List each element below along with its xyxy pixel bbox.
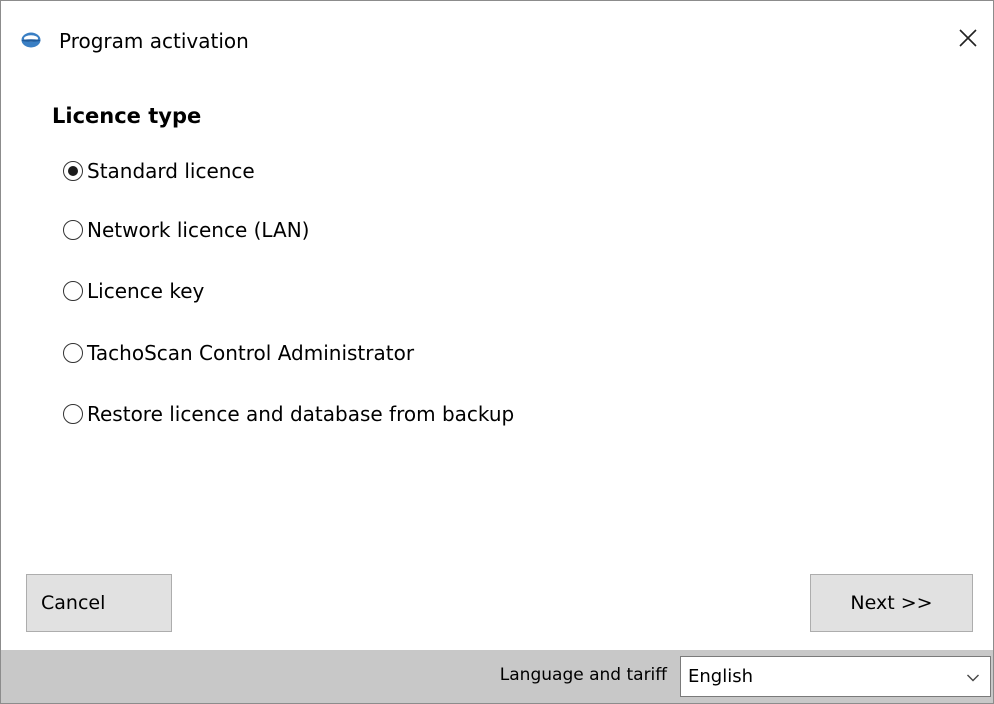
language-select[interactable]: English xyxy=(680,656,991,697)
radio-button[interactable] xyxy=(63,343,83,363)
radio-button[interactable] xyxy=(63,404,83,424)
radio-restore-from-backup[interactable]: Restore licence and database from backup xyxy=(63,399,514,429)
activation-dialog: Program activation Licence type Standard… xyxy=(0,0,994,704)
radio-standard-licence[interactable]: Standard licence xyxy=(63,156,255,186)
radio-button[interactable] xyxy=(63,281,83,301)
window-title: Program activation xyxy=(59,29,249,53)
radio-label: TachoScan Control Administrator xyxy=(87,341,415,365)
radio-label: Restore licence and database from backup xyxy=(87,402,515,426)
radio-tachoscan-control-administrator[interactable]: TachoScan Control Administrator xyxy=(63,338,414,368)
cancel-button[interactable]: Cancel xyxy=(26,574,172,632)
licence-type-heading: Licence type xyxy=(52,104,202,128)
next-button[interactable]: Next >> xyxy=(810,574,973,632)
radio-button[interactable] xyxy=(63,220,83,240)
close-icon xyxy=(958,28,978,52)
radio-button-selected[interactable] xyxy=(63,161,83,181)
language-select-value: English xyxy=(688,666,753,687)
radio-label: Network licence (LAN) xyxy=(87,218,310,242)
chevron-down-icon xyxy=(966,670,980,684)
radio-label: Standard licence xyxy=(87,159,255,183)
app-globe-icon xyxy=(21,30,41,50)
title-bar: Program activation xyxy=(1,1,993,83)
radio-label: Licence key xyxy=(87,279,205,303)
radio-network-licence[interactable]: Network licence (LAN) xyxy=(63,215,309,245)
language-bar: Language and tariff English xyxy=(1,650,993,703)
language-label: Language and tariff xyxy=(499,665,667,685)
close-button[interactable] xyxy=(943,15,993,65)
radio-licence-key[interactable]: Licence key xyxy=(63,276,204,306)
